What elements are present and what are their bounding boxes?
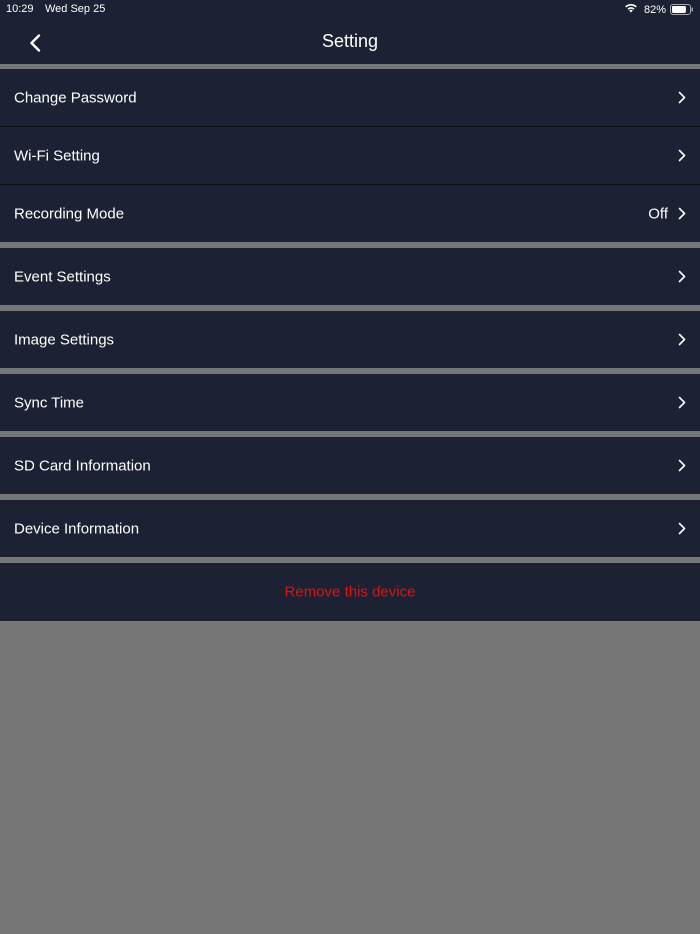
- row-label: Recording Mode: [14, 205, 125, 222]
- battery-percent: 82%: [643, 3, 666, 16]
- settings-row-image-settings[interactable]: Image Settings: [0, 311, 700, 368]
- chevron-right-icon: [676, 459, 688, 473]
- chevron-right-icon: [676, 522, 688, 536]
- settings-row-recording-mode[interactable]: Recording Mode Off: [0, 185, 700, 242]
- settings-row-wifi-setting[interactable]: Wi-Fi Setting: [0, 127, 700, 184]
- row-label: Event Settings: [14, 268, 111, 285]
- status-time: 10:29: [6, 3, 34, 15]
- row-label: Change Password: [14, 89, 137, 106]
- chevron-right-icon: [676, 149, 688, 163]
- page-title: Setting: [321, 31, 379, 51]
- settings-row-device-information[interactable]: Device Information: [0, 500, 700, 557]
- settings-row-change-password[interactable]: Change Password: [0, 69, 700, 126]
- chevron-right-icon: [676, 396, 688, 410]
- status-date: Wed Sep 25: [45, 3, 106, 15]
- chevron-right-icon: [676, 91, 688, 105]
- row-label: Sync Time: [14, 394, 85, 411]
- battery-icon: [670, 4, 694, 15]
- row-label: Image Settings: [14, 331, 115, 348]
- status-indicators: 82%: [624, 3, 694, 16]
- chevron-right-icon: [676, 207, 688, 221]
- chevron-right-icon: [676, 333, 688, 347]
- row-label: Device Information: [14, 520, 140, 537]
- remove-device-label: Remove this device: [284, 583, 416, 601]
- settings-row-sync-time[interactable]: Sync Time: [0, 374, 700, 431]
- recording-mode-value: Off: [648, 205, 668, 222]
- row-label: Wi-Fi Setting: [14, 147, 100, 164]
- remove-device-button[interactable]: Remove this device: [0, 563, 700, 621]
- settings-row-event-settings[interactable]: Event Settings: [0, 248, 700, 305]
- row-label: SD Card Information: [14, 457, 151, 474]
- chevron-right-icon: [676, 270, 688, 284]
- wifi-icon: [624, 2, 638, 16]
- status-bar: 10:29 Wed Sep 25 82%: [0, 0, 700, 20]
- settings-row-sd-card-information[interactable]: SD Card Information: [0, 437, 700, 494]
- navigation-bar: Setting: [0, 20, 700, 64]
